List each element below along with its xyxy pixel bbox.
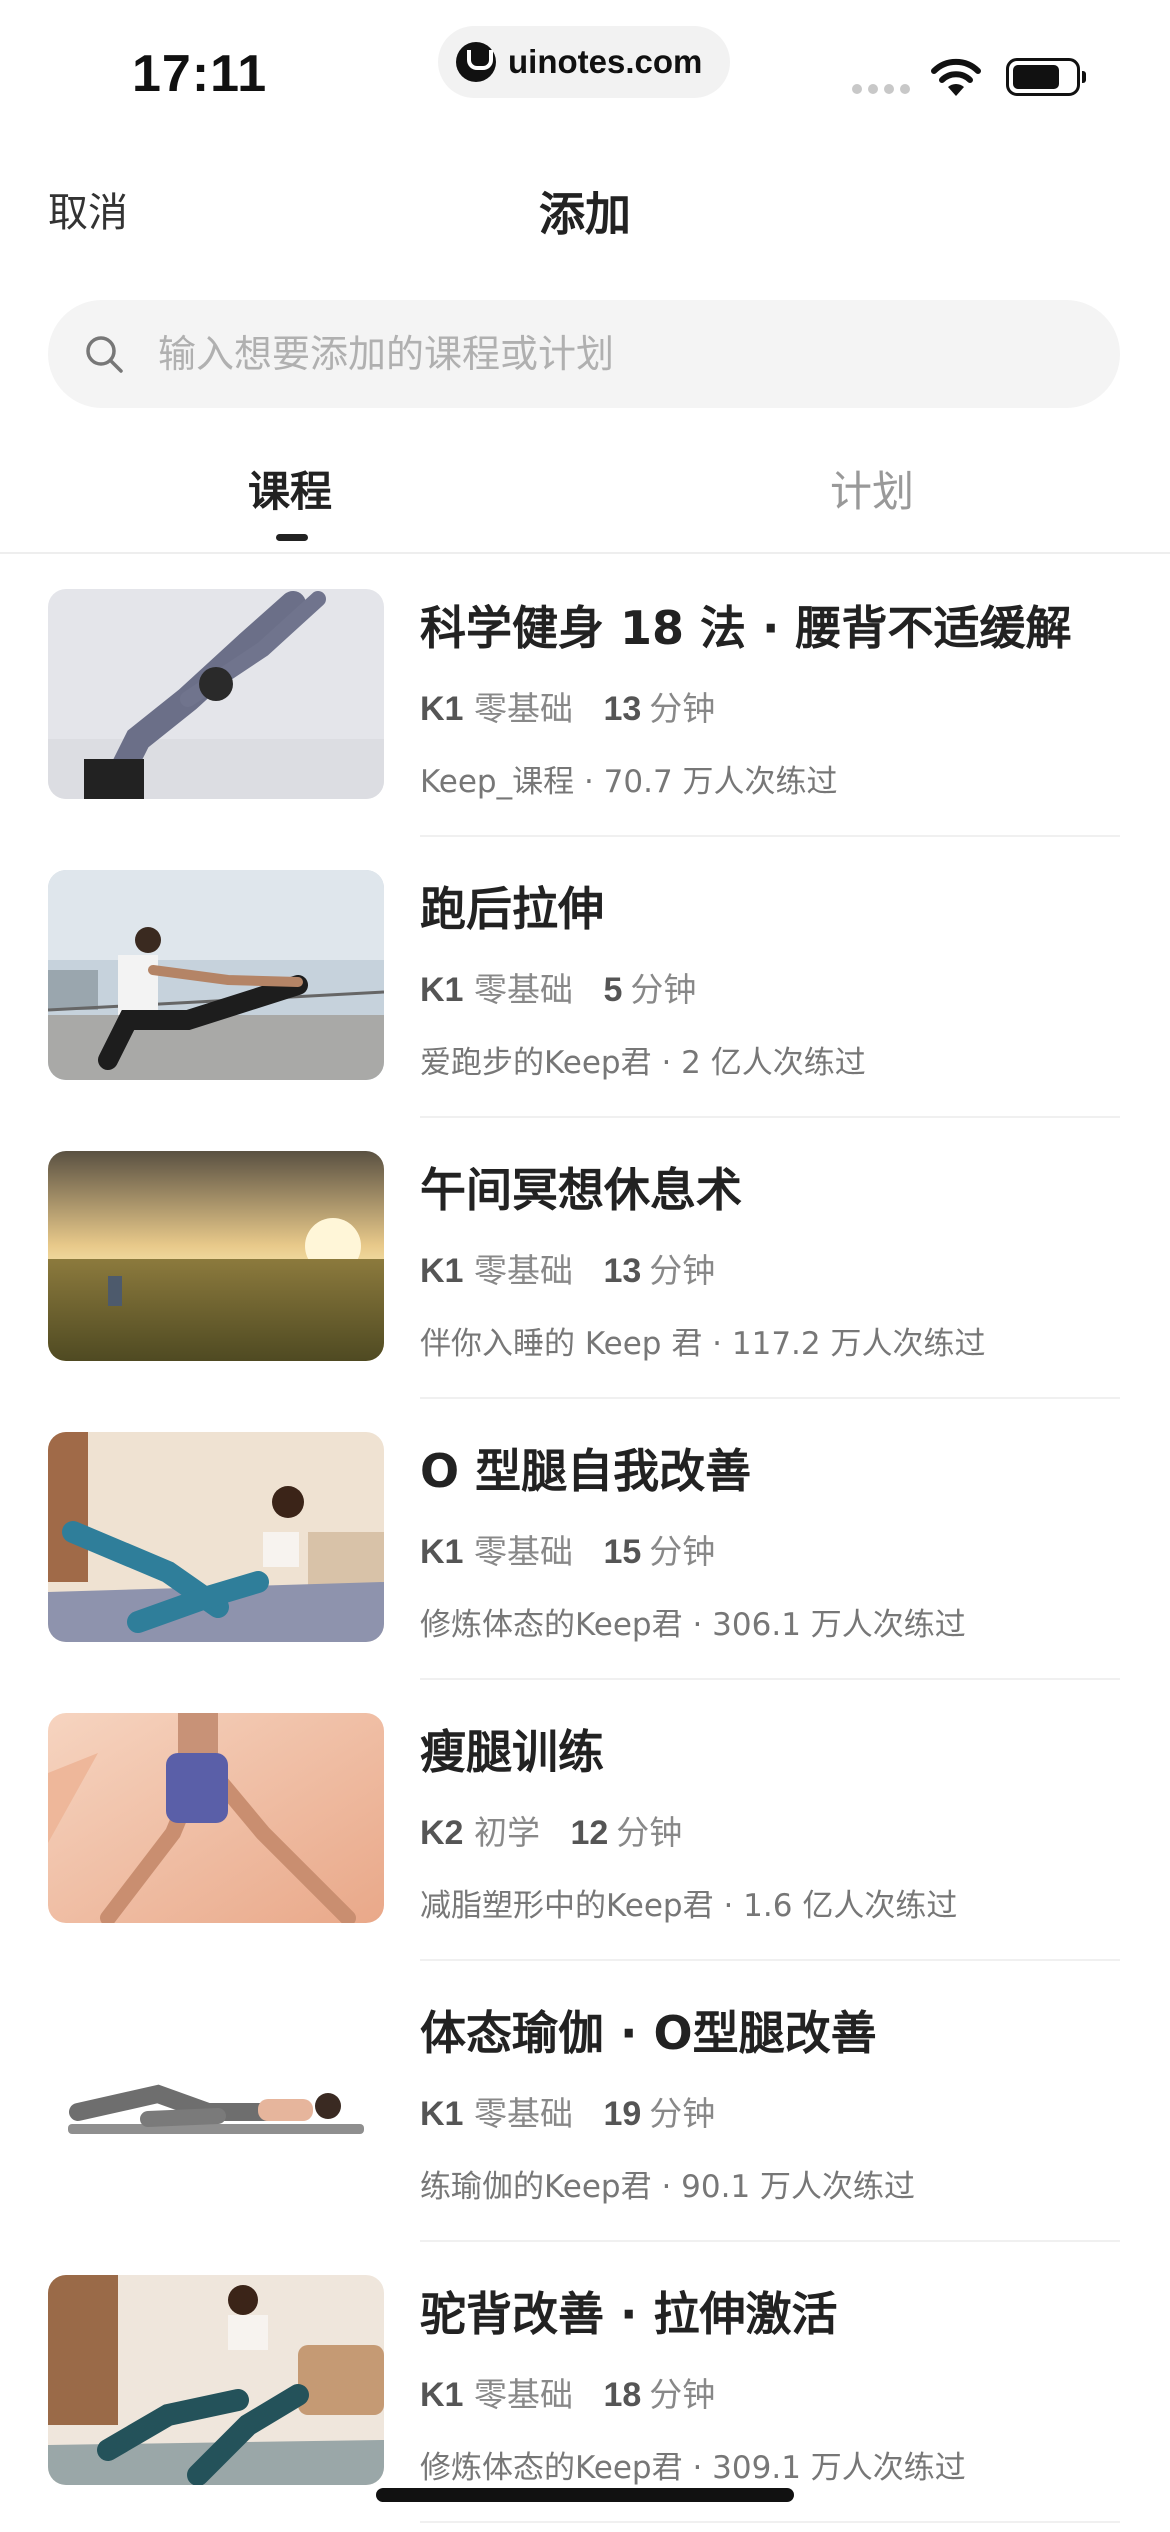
page-title: 添加 — [539, 187, 631, 241]
course-thumbnail — [48, 870, 384, 1080]
course-duration: 18 — [603, 2376, 642, 2414]
course-title: 跑后拉伸 — [420, 882, 604, 936]
course-duration-unit: 分钟 — [630, 970, 697, 1009]
course-duration: 15 — [603, 1533, 642, 1571]
course-item[interactable]: 驼背改善 · 拉伸激活 K1 零基础 18 分钟 修炼体态的Keep君 · 309… — [0, 2242, 1170, 2523]
course-item[interactable]: 科学健身 18 法 · 腰背不适缓解 K1 零基础 13 分钟 Keep_课程 ·… — [0, 556, 1170, 837]
course-duration-unit: 分钟 — [649, 2375, 716, 2414]
course-level-name: 零基础 — [473, 2375, 573, 2414]
course-duration: 5 — [603, 971, 623, 1009]
course-level: K1 — [420, 971, 464, 1009]
course-info: 减脂塑形中的Keep君 · 1.6 亿人次练过 — [420, 1888, 958, 1924]
course-thumbnail — [48, 2275, 384, 2485]
status-time: 17:11 — [132, 45, 268, 103]
cellular-signal-icon — [852, 84, 910, 94]
course-meta: K1 零基础 5 分钟 — [420, 963, 696, 1011]
course-title: O 型腿自我改善 — [420, 1444, 752, 1498]
course-info: 爱跑步的Keep君 · 2 亿人次练过 — [420, 1045, 866, 1081]
course-duration-unit: 分钟 — [649, 2094, 716, 2133]
course-item[interactable]: O 型腿自我改善 K1 零基础 15 分钟 修炼体态的Keep君 · 306.1 … — [0, 1399, 1170, 1680]
course-level: K1 — [420, 1533, 464, 1571]
course-item[interactable]: 午间冥想休息术 K1 零基础 13 分钟 伴你入睡的 Keep 君 · 117.2… — [0, 1118, 1170, 1399]
course-meta: K1 零基础 15 分钟 — [420, 1525, 715, 1573]
course-duration: 13 — [603, 1252, 642, 1290]
course-info: Keep_课程 · 70.7 万人次练过 — [420, 764, 838, 800]
wifi-icon — [931, 58, 981, 96]
course-thumbnail — [48, 1994, 384, 2204]
course-title: 体态瑜伽 · O型腿改善 — [420, 2006, 877, 2060]
course-level-name: 零基础 — [473, 970, 573, 1009]
course-duration-unit: 分钟 — [649, 1532, 716, 1571]
course-meta: K1 零基础 18 分钟 — [420, 2368, 715, 2416]
course-info: 修炼体态的Keep君 · 309.1 万人次练过 — [420, 2450, 966, 2486]
battery-icon — [1006, 58, 1086, 96]
course-level: K1 — [420, 1252, 464, 1290]
course-thumbnail — [48, 1432, 384, 1642]
divider — [420, 2521, 1120, 2523]
site-logo-icon — [456, 42, 496, 82]
tab-divider — [0, 552, 1170, 554]
tab-plans[interactable]: 计划 — [830, 458, 914, 519]
course-duration-unit: 分钟 — [649, 1251, 716, 1290]
course-title: 科学健身 18 法 · 腰背不适缓解 — [420, 601, 1072, 655]
course-duration: 13 — [603, 690, 642, 728]
course-meta: K1 零基础 13 分钟 — [420, 682, 715, 730]
search-icon — [86, 336, 123, 373]
url-text: uinotes.com — [508, 43, 703, 80]
course-info: 练瑜伽的Keep君 · 90.1 万人次练过 — [420, 2169, 916, 2205]
course-level-name: 零基础 — [473, 2094, 573, 2133]
course-list: 科学健身 18 法 · 腰背不适缓解 K1 零基础 13 分钟 Keep_课程 ·… — [0, 556, 1170, 2523]
tab-active-indicator — [276, 534, 308, 541]
course-level: K1 — [420, 690, 464, 728]
tab-courses[interactable]: 课程 — [248, 458, 332, 519]
status-bar: 17:11 uinotes.com — [0, 0, 1170, 130]
course-meta: K1 零基础 19 分钟 — [420, 2087, 715, 2135]
course-item[interactable]: 跑后拉伸 K1 零基础 5 分钟 爱跑步的Keep君 · 2 亿人次练过 — [0, 837, 1170, 1118]
url-pill[interactable]: uinotes.com — [438, 26, 730, 98]
course-item[interactable]: 瘦腿训练 K2 初学 12 分钟 减脂塑形中的Keep君 · 1.6 亿人次练过 — [0, 1680, 1170, 1961]
course-meta: K1 零基础 13 分钟 — [420, 1244, 715, 1292]
course-title: 瘦腿训练 — [420, 1725, 604, 1779]
course-duration: 12 — [570, 1814, 609, 1852]
search-bar[interactable] — [48, 300, 1120, 408]
course-thumbnail — [48, 1151, 384, 1361]
course-item[interactable]: 体态瑜伽 · O型腿改善 K1 零基础 19 分钟 练瑜伽的Keep君 · 90.… — [0, 1961, 1170, 2242]
course-info: 修炼体态的Keep君 · 306.1 万人次练过 — [420, 1607, 966, 1643]
course-thumbnail — [48, 589, 384, 799]
course-level-name: 初学 — [473, 1813, 540, 1852]
course-level-name: 零基础 — [473, 1532, 573, 1571]
home-indicator[interactable] — [376, 2488, 794, 2502]
course-meta: K2 初学 12 分钟 — [420, 1806, 682, 1854]
course-duration: 19 — [603, 2095, 642, 2133]
course-thumbnail — [48, 1713, 384, 1923]
course-level: K2 — [420, 1814, 464, 1852]
search-input[interactable] — [156, 331, 1080, 377]
course-duration-unit: 分钟 — [616, 1813, 683, 1852]
course-level: K1 — [420, 2376, 464, 2414]
course-level-name: 零基础 — [473, 689, 573, 728]
course-title: 驼背改善 · 拉伸激活 — [420, 2287, 838, 2341]
course-duration-unit: 分钟 — [649, 689, 716, 728]
course-level-name: 零基础 — [473, 1251, 573, 1290]
course-info: 伴你入睡的 Keep 君 · 117.2 万人次练过 — [420, 1326, 986, 1362]
course-level: K1 — [420, 2095, 464, 2133]
course-title: 午间冥想休息术 — [420, 1163, 742, 1217]
